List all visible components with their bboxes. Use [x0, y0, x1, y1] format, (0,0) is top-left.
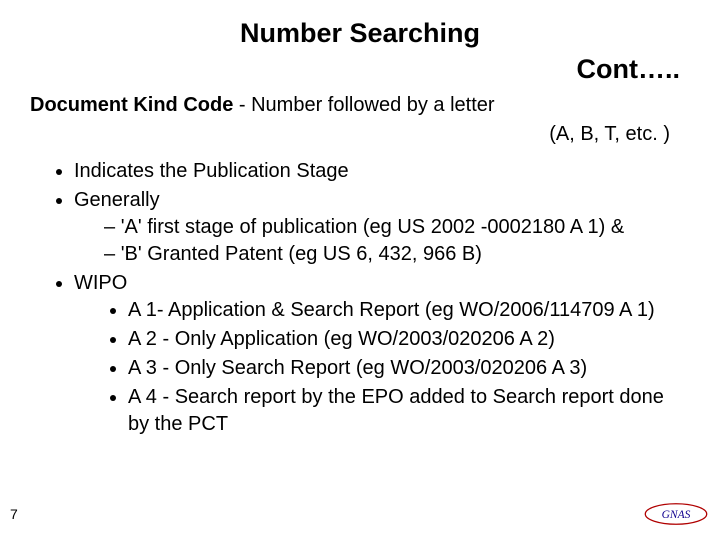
kind-code-intro: Document Kind Code - Number followed by …	[30, 92, 690, 119]
sublist-wipo: A 1- Application & Search Report (eg WO/…	[74, 297, 690, 438]
list-item: Indicates the Publication Stage	[74, 158, 690, 185]
brand-logo: GNAS	[644, 500, 708, 528]
slide: Number Searching Cont….. Document Kind C…	[0, 0, 720, 540]
bullet-pub-stage: Indicates the Publication Stage	[74, 160, 349, 182]
list-item: WIPO A 1- Application & Search Report (e…	[74, 270, 690, 438]
logo-icon: GNAS	[644, 500, 708, 528]
logo-text: GNAS	[662, 509, 691, 521]
sub-b: 'B' Granted Patent (eg US 6, 432, 966 B)	[121, 243, 482, 265]
sub-a: 'A' first stage of publication (eg US 20…	[121, 216, 625, 238]
kind-code-examples: (A, B, T, etc. )	[30, 121, 690, 148]
wipo-a1: A 1- Application & Search Report (eg WO/…	[128, 299, 655, 321]
bullet-wipo: WIPO	[74, 272, 127, 294]
sublist-generally: 'A' first stage of publication (eg US 20…	[74, 214, 690, 268]
slide-body: Document Kind Code - Number followed by …	[30, 92, 690, 440]
kind-code-desc: - Number followed by a letter	[233, 94, 494, 116]
slide-title-line2: Cont…..	[0, 54, 680, 85]
wipo-a2: A 2 - Only Application (eg WO/2003/02020…	[128, 328, 555, 350]
slide-title-line1: Number Searching	[0, 18, 720, 49]
list-item: 'A' first stage of publication (eg US 20…	[104, 214, 690, 241]
list-item: Generally 'A' first stage of publication…	[74, 187, 690, 268]
list-item: A 4 - Search report by the EPO added to …	[128, 384, 690, 438]
list-item: 'B' Granted Patent (eg US 6, 432, 966 B)	[104, 241, 690, 268]
list-item: A 2 - Only Application (eg WO/2003/02020…	[128, 326, 690, 353]
bullet-list: Indicates the Publication Stage Generall…	[30, 158, 690, 438]
bullet-generally: Generally	[74, 189, 160, 211]
wipo-a3: A 3 - Only Search Report (eg WO/2003/020…	[128, 357, 587, 379]
kind-code-label: Document Kind Code	[30, 94, 233, 116]
wipo-a4: A 4 - Search report by the EPO added to …	[128, 386, 664, 435]
page-number: 7	[10, 506, 18, 522]
list-item: A 3 - Only Search Report (eg WO/2003/020…	[128, 355, 690, 382]
list-item: A 1- Application & Search Report (eg WO/…	[128, 297, 690, 324]
